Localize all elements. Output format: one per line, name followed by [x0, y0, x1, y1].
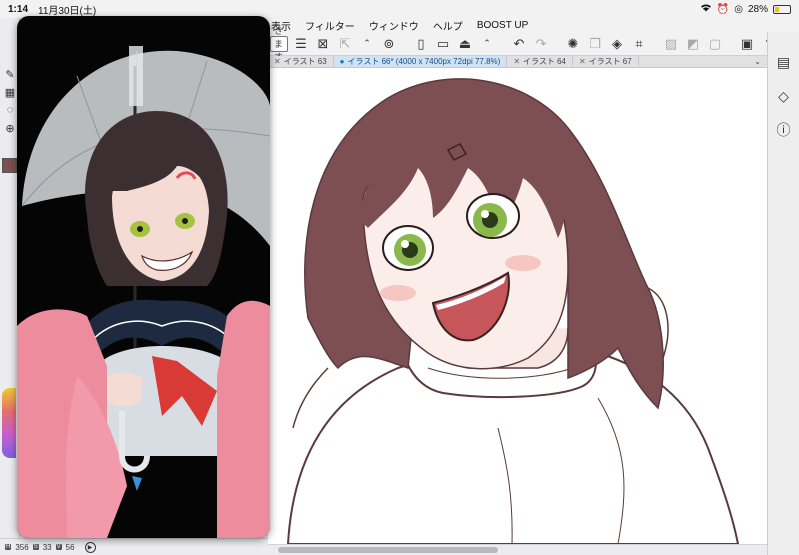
horizontal-scrollbar[interactable]	[268, 544, 767, 555]
fill-icon[interactable]: ◈	[608, 35, 626, 53]
command-bar: きます ☰ ⊠ ⇱ ⌃ ⊚ ▯ ▭ ⏏ ⌃ ↶ ↷ ✺ ❐ ◈ ⌗ ▨ ◩ ▢ …	[268, 26, 773, 62]
reference-illustration	[17, 46, 270, 538]
h-value: 356	[15, 542, 29, 552]
drawing-canvas[interactable]	[268, 68, 767, 544]
close-icon[interactable]: ✕	[579, 57, 586, 66]
alarm-icon: ⏰	[716, 3, 730, 15]
info-icon[interactable]: ⓘ	[774, 120, 794, 140]
new-file-icon[interactable]: ▯	[412, 35, 430, 53]
s-value: 33	[42, 542, 52, 552]
save-button[interactable]: きます	[270, 26, 288, 62]
play-icon[interactable]: ▶	[84, 541, 96, 553]
menu-window[interactable]: ウィンドウ	[369, 18, 419, 33]
fit-screen-icon[interactable]: ⊠	[314, 35, 332, 53]
tab-illust-63[interactable]: ✕ イラスト 63	[268, 56, 334, 67]
layer-mask-icon[interactable]: ◩	[684, 35, 702, 53]
loading-icon[interactable]: ✺	[564, 35, 582, 53]
menu-boost-up[interactable]: BOOST UP	[477, 20, 529, 31]
close-icon[interactable]: ✕	[274, 57, 281, 66]
chevron-down-icon[interactable]: ⌄	[748, 56, 767, 67]
menu-filter[interactable]: フィルター	[305, 18, 355, 33]
color-wheel[interactable]	[2, 388, 16, 458]
tablet-icon[interactable]: ▣	[738, 35, 756, 53]
right-panel: ▤ ◇ ⓘ	[767, 32, 799, 555]
grid-icon[interactable]: ▦	[2, 84, 18, 100]
save-icon[interactable]: ⏏	[456, 35, 474, 53]
cloud-icon[interactable]: ⊚	[380, 35, 398, 53]
copy-icon[interactable]: ❐	[586, 35, 604, 53]
crop-icon[interactable]: ⌗	[630, 35, 648, 53]
scrollbar-thumb[interactable]	[278, 547, 498, 553]
redo-icon[interactable]: ↷	[532, 35, 550, 53]
h-label: H	[5, 544, 12, 550]
status-date: 11月30日(土)	[38, 5, 97, 17]
status-right-group: ⏰ ◎ 28%	[700, 3, 791, 15]
lasso-icon[interactable]: ◌	[2, 102, 18, 118]
status-time: 1:14	[8, 3, 29, 15]
wifi-icon	[700, 3, 712, 15]
pen-icon[interactable]: ✎	[2, 66, 18, 82]
menu-icon[interactable]: ☰	[292, 35, 310, 53]
zoom-icon[interactable]: ⊕	[2, 120, 18, 136]
menu-help[interactable]: ヘルプ	[433, 18, 463, 33]
export-icon[interactable]: ⇱	[336, 35, 354, 53]
v-label: V	[55, 544, 62, 550]
s-label: S	[32, 544, 39, 550]
tab-illust-64[interactable]: ✕ イラスト 64	[507, 56, 574, 67]
tab-illust-67[interactable]: ✕ イラスト 67	[573, 56, 639, 67]
tab-label: イラスト 67	[588, 57, 632, 66]
menu-bar: 表示 フィルター ウィンドウ ヘルプ BOOST UP	[268, 18, 799, 33]
tab-label: イラスト 64	[523, 57, 567, 66]
layers-icon[interactable]: ◇	[774, 86, 794, 106]
tab-illust-66[interactable]: ● イラスト 66* (4000 x 7400px 72dpi 77.8%)	[333, 56, 508, 67]
battery-icon	[773, 4, 791, 14]
tab-label: イラスト 66* (4000 x 7400px 72dpi 77.8%)	[347, 57, 501, 66]
artwork-sketch	[286, 78, 740, 544]
document-tabs: ✕ イラスト 63 ● イラスト 66* (4000 x 7400px 72dp…	[268, 56, 767, 68]
frame-icon[interactable]: ▢	[706, 35, 724, 53]
undo-icon[interactable]: ↶	[510, 35, 528, 53]
tab-label: イラスト 63	[283, 57, 327, 66]
battery-level-fill	[775, 6, 779, 12]
v-value: 56	[65, 542, 75, 552]
open-folder-icon[interactable]: ▭	[434, 35, 452, 53]
list-panel-icon[interactable]: ▤	[774, 52, 794, 72]
reference-window[interactable]	[17, 16, 270, 538]
modified-dot-icon: ●	[339, 57, 345, 66]
main-color-swatch[interactable]	[2, 158, 17, 173]
clear-icon[interactable]: ▨	[662, 35, 680, 53]
more-stepper-icon[interactable]: ⌃	[478, 35, 496, 53]
close-icon[interactable]: ✕	[513, 57, 520, 66]
stepper-icon[interactable]: ⌃	[358, 35, 376, 53]
battery-percent: 28%	[747, 3, 768, 15]
color-status-bar: H 356 S 33 V 56 ▶	[0, 538, 268, 555]
rotation-lock-icon: ◎	[734, 3, 743, 15]
